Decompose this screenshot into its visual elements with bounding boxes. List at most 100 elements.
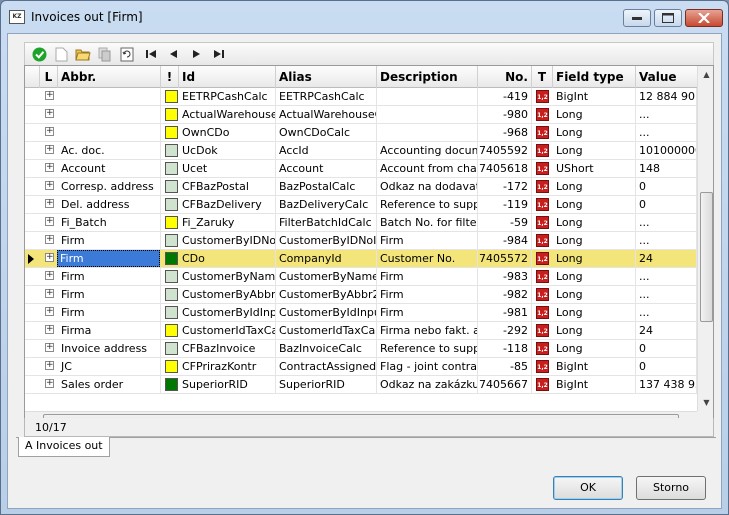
vertical-scrollbar[interactable]: ▲ ▼: [697, 66, 713, 411]
cell-no[interactable]: -968: [478, 124, 532, 141]
cell-id[interactable]: CustomerByAbbr2Ir: [179, 286, 276, 303]
cell-desc[interactable]: Odkaz na dodavatel: [377, 178, 478, 195]
table-row[interactable]: + Firm CustomerByIDNoInpCustomerByIDNoInpu…: [25, 232, 697, 250]
cell-no[interactable]: 7405667: [478, 376, 532, 393]
cell-desc[interactable]: Customer No.: [377, 250, 478, 267]
cell-ftype[interactable]: BigInt: [553, 358, 636, 375]
cell-no[interactable]: -981: [478, 304, 532, 321]
cell-abbr[interactable]: Firma: [58, 322, 161, 339]
cell-abbr[interactable]: Account: [58, 160, 161, 177]
cell-id[interactable]: CustomerIdTaxCalc: [179, 322, 276, 339]
cell-id[interactable]: CFBazDelivery: [179, 196, 276, 213]
cell-no[interactable]: -982: [478, 286, 532, 303]
tab-invoices-out[interactable]: A Invoices out: [18, 437, 110, 457]
header-type[interactable]: T: [532, 66, 553, 88]
cell-alias[interactable]: ContractAssignedCal: [276, 358, 377, 375]
cell-alias[interactable]: BazInvoiceCalc: [276, 340, 377, 357]
header-id[interactable]: Id: [179, 66, 276, 88]
table-row[interactable]: + Del. address CFBazDelivery BazDeliveryCal…: [25, 196, 697, 214]
cell-ftype[interactable]: BigInt: [553, 88, 636, 105]
cell-alias[interactable]: EETRPCashCalc: [276, 88, 377, 105]
last-record-button[interactable]: [211, 46, 227, 62]
cell-abbr[interactable]: Invoice address: [58, 340, 161, 357]
first-record-button[interactable]: [143, 46, 159, 62]
cell-alias[interactable]: CustomerByIDNoInpu: [276, 232, 377, 249]
cell-no[interactable]: -118: [478, 340, 532, 357]
cell-no[interactable]: -419: [478, 88, 532, 105]
cell-abbr[interactable]: Firm: [58, 304, 161, 321]
cell-value[interactable]: ...: [636, 214, 697, 231]
cell-alias[interactable]: AccId: [276, 142, 377, 159]
cell-no[interactable]: -59: [478, 214, 532, 231]
cell-desc[interactable]: Account from chart c: [377, 160, 478, 177]
table-row[interactable]: + ActualWarehouseCaActualWarehouseCal -980…: [25, 106, 697, 124]
expand-icon[interactable]: +: [45, 253, 54, 262]
table-row[interactable]: + Ac. doc. UcDokAccIdAccounting documen740…: [25, 142, 697, 160]
cell-value[interactable]: 0: [636, 340, 697, 357]
cell-ftype[interactable]: Long: [553, 178, 636, 195]
cell-desc[interactable]: Flag - joint contract a: [377, 358, 478, 375]
previous-record-button[interactable]: [165, 46, 181, 62]
cell-ftype[interactable]: UShort: [553, 160, 636, 177]
vertical-scroll-thumb[interactable]: [700, 192, 713, 322]
table-row[interactable]: + Fi_Batch Fi_Zaruky FilterBatchIdCalc Batch…: [25, 214, 697, 232]
cell-desc[interactable]: [377, 124, 478, 141]
cell-id[interactable]: UcDok: [179, 142, 276, 159]
cell-abbr[interactable]: [58, 124, 161, 141]
cell-ftype[interactable]: Long: [553, 106, 636, 123]
cell-id[interactable]: SuperiorRID: [179, 376, 276, 393]
cell-abbr[interactable]: Ac. doc.: [58, 142, 161, 159]
cell-alias[interactable]: SuperiorRID: [276, 376, 377, 393]
cell-id[interactable]: EETRPCashCalc: [179, 88, 276, 105]
cell-no[interactable]: -980: [478, 106, 532, 123]
cell-id[interactable]: ActualWarehouseCa: [179, 106, 276, 123]
expand-icon[interactable]: +: [45, 217, 54, 226]
cell-value[interactable]: 148: [636, 160, 697, 177]
expand-icon[interactable]: +: [45, 91, 54, 100]
cell-value[interactable]: ...: [636, 106, 697, 123]
cell-no[interactable]: 7405618: [478, 160, 532, 177]
cell-no[interactable]: -292: [478, 322, 532, 339]
cell-desc[interactable]: Firma nebo fakt. adr: [377, 322, 478, 339]
cell-id[interactable]: CustomerByIdInput: [179, 304, 276, 321]
cell-abbr[interactable]: JC: [58, 358, 161, 375]
cell-alias[interactable]: FilterBatchIdCalc: [276, 214, 377, 231]
cell-desc[interactable]: Firm: [377, 232, 478, 249]
expand-icon[interactable]: +: [45, 163, 54, 172]
cell-abbr[interactable]: Corresp. address: [58, 178, 161, 195]
cell-ftype[interactable]: BigInt: [553, 376, 636, 393]
cell-alias[interactable]: BazPostalCalc: [276, 178, 377, 195]
table-row[interactable]: +AccountUcetAccountAccount from chart c7…: [25, 160, 697, 178]
ok-button[interactable]: OK: [553, 476, 623, 500]
header-alias[interactable]: Alias: [276, 66, 377, 88]
cell-alias[interactable]: CustomerIdTaxCalc: [276, 322, 377, 339]
cell-alias[interactable]: CustomerByIdInputC: [276, 304, 377, 321]
cell-abbr[interactable]: Sales order: [58, 376, 161, 393]
cell-desc[interactable]: [377, 88, 478, 105]
next-record-button[interactable]: [189, 46, 205, 62]
header-flag[interactable]: !: [161, 66, 179, 88]
selected-abbr-cell[interactable]: Firm: [57, 250, 160, 267]
cell-desc[interactable]: Reference to supplie: [377, 196, 478, 213]
cell-id[interactable]: CustomerByNameIn: [179, 268, 276, 285]
cell-value[interactable]: 24: [636, 250, 697, 267]
cell-alias[interactable]: Account: [276, 160, 377, 177]
table-row[interactable]: + Firm CustomerByAbbr2IrCustomerByAbbr2Inp…: [25, 286, 697, 304]
cell-desc[interactable]: Batch No. for filter o: [377, 214, 478, 231]
cell-abbr[interactable]: Firm: [58, 232, 161, 249]
cell-value[interactable]: 0: [636, 196, 697, 213]
cell-id[interactable]: CFPrirazKontr: [179, 358, 276, 375]
cell-desc[interactable]: Firm: [377, 286, 478, 303]
expand-icon[interactable]: +: [45, 343, 54, 352]
expand-icon[interactable]: +: [45, 199, 54, 208]
table-row[interactable]: +Firm CDoCompanyIdCustomer No.7405572 Long…: [25, 250, 697, 268]
cell-value[interactable]: 12 884 901 89: [636, 88, 697, 105]
cell-ftype[interactable]: Long: [553, 268, 636, 285]
close-button[interactable]: [685, 9, 723, 27]
header-value[interactable]: Value: [636, 66, 697, 88]
scroll-up-icon[interactable]: ▲: [698, 66, 713, 83]
table-row[interactable]: + Corresp. address CFBazPostal BazPostalCal…: [25, 178, 697, 196]
cell-value[interactable]: ...: [636, 232, 697, 249]
expand-icon[interactable]: +: [45, 307, 54, 316]
expand-icon[interactable]: +: [45, 235, 54, 244]
